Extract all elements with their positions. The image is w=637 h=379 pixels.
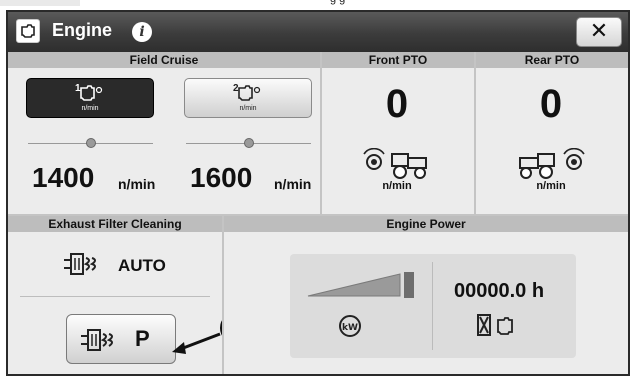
info-icon[interactable]: i: [132, 22, 152, 42]
power-box-divider: [432, 262, 433, 350]
rear-pto-unit: n/min: [536, 180, 566, 192]
engine-power-box: kW 00000.0 h: [290, 254, 576, 358]
svg-text:kW: kW: [342, 323, 358, 333]
section-divider: [20, 296, 210, 297]
rear-pto-panel: Rear PTO 0 n/min: [476, 52, 628, 214]
engine-icon: [16, 19, 40, 43]
window-title: Engine: [52, 20, 113, 40]
rear-pto-tractor-icon: [519, 148, 585, 179]
preset-2-sub-label: n/min: [239, 105, 257, 112]
front-pto-header: Front PTO: [322, 52, 474, 68]
preset-1-rpm-unit: n/min: [118, 176, 156, 192]
front-pto-panel: Front PTO 0 n/min: [322, 52, 474, 214]
preset-1-rpm-value: 1400: [32, 162, 95, 193]
front-pto-value: 0: [385, 82, 409, 126]
cruise-preset-1-button[interactable]: 1 n/min: [26, 78, 154, 118]
engine-power-header: Engine Power: [224, 216, 628, 232]
engine-window: Engine i ✕ Field Cruise 1 n/min 2 n/min …: [6, 10, 630, 376]
preset-2-indicator-led: [244, 138, 254, 148]
engine-hours-value: 00000.0 h: [454, 280, 545, 302]
power-bar: [307, 272, 414, 298]
rear-pto-value: 0: [539, 82, 563, 126]
hourglass-engine-icon: [477, 314, 513, 336]
top-strip: g g: [0, 0, 637, 10]
preset-2-rpm-value: 1600: [190, 162, 253, 193]
exhaust-filter-header: Exhaust Filter Cleaning: [8, 216, 222, 232]
rear-pto-header: Rear PTO: [476, 52, 628, 68]
top-fragment-text: g g: [330, 0, 345, 5]
park-button-label: P: [135, 326, 150, 351]
preset-1-indicator-led: [86, 138, 96, 148]
top-fragment-bar: [0, 0, 80, 6]
cruise-preset-2-button[interactable]: 2 n/min: [184, 78, 312, 118]
engine-power-panel: Engine Power kW 00000.0 h: [224, 216, 628, 374]
title-bar: Engine i ✕: [8, 12, 628, 52]
field-cruise-panel: Field Cruise 1 n/min 2 n/min 1400 n/min …: [8, 52, 320, 214]
exhaust-filter-park-button[interactable]: P: [66, 314, 176, 364]
exhaust-filter-icon: [81, 329, 113, 351]
exhaust-filter-mode: AUTO: [118, 256, 166, 275]
preset-1-sub-label: n/min: [81, 105, 99, 112]
front-pto-tractor-icon: [363, 148, 427, 179]
kw-engine-icon: kW: [339, 315, 361, 337]
front-pto-unit: n/min: [382, 180, 412, 192]
exhaust-filter-icon: [64, 253, 96, 275]
exhaust-filter-panel: Exhaust Filter Cleaning AUTO P: [8, 216, 222, 374]
close-button[interactable]: ✕: [576, 17, 622, 47]
field-cruise-header: Field Cruise: [8, 52, 320, 68]
preset-2-rpm-unit: n/min: [274, 176, 312, 192]
